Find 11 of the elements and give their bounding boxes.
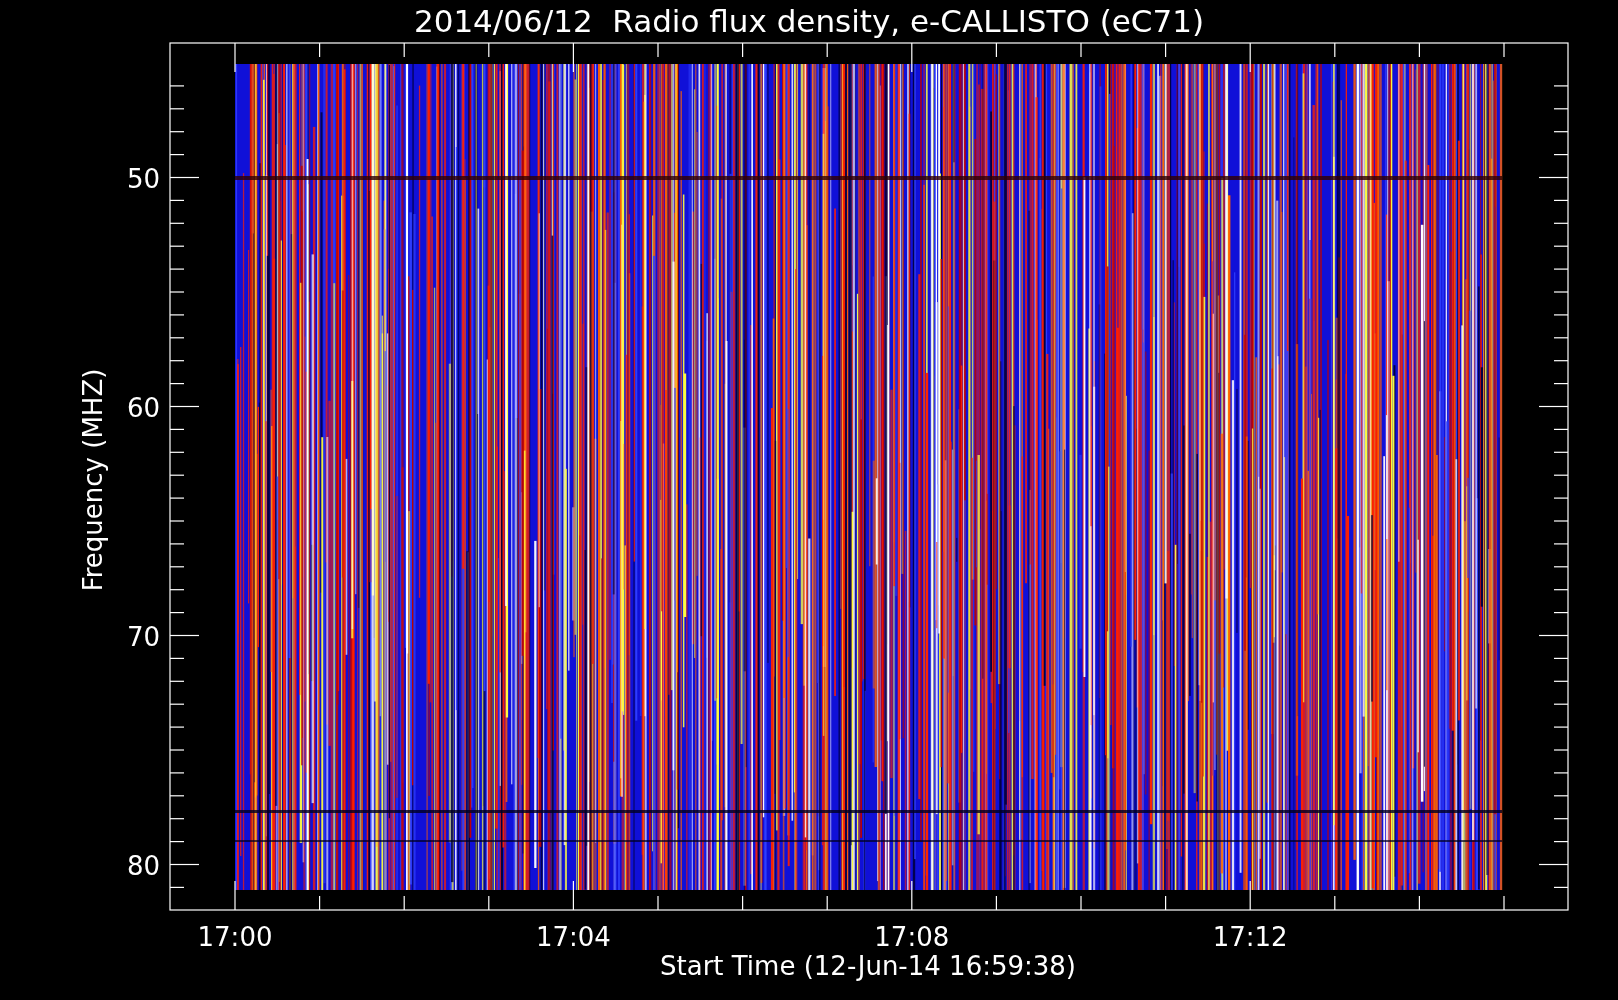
tick-label: 60 [126, 392, 160, 423]
tick-label: 17:00 [197, 922, 273, 952]
tick-label: 50 [126, 163, 160, 194]
tick-label: 80 [126, 850, 160, 881]
tick-label: 17:04 [535, 922, 611, 952]
axis-label: Start Time (12-Jun-14 16:59:38) [660, 951, 1076, 981]
tick-label: 17:08 [874, 922, 950, 952]
axis-label: Frequency (MHZ) [78, 368, 108, 592]
tick-label: 70 [126, 621, 160, 652]
chart-title: 2014/06/12 Radio flux density, e-CALLISTO (eC71) [413, 3, 1205, 39]
tick-label: 17:12 [1212, 922, 1288, 952]
